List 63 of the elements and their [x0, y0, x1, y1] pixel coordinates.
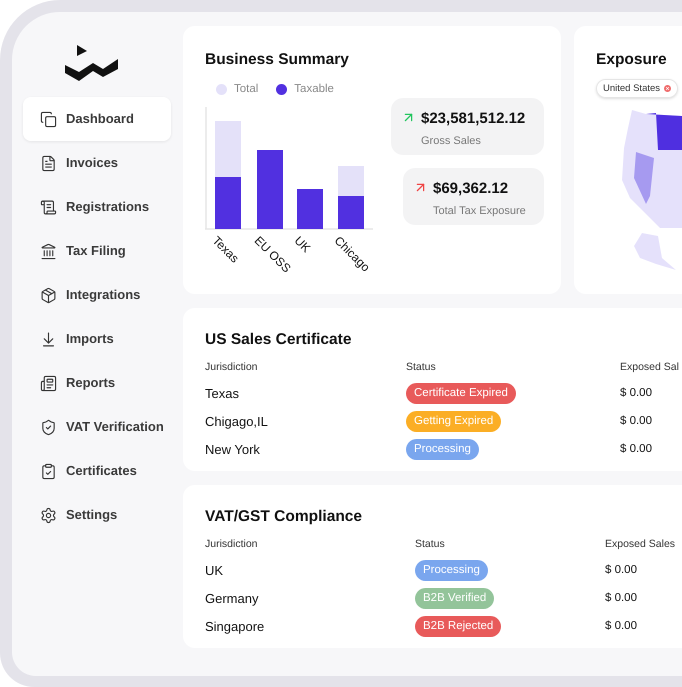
card-title: US Sales Certificate: [205, 330, 352, 350]
total-bar: [338, 166, 364, 196]
document-icon: [40, 154, 57, 172]
card-title: Exposure: [596, 50, 668, 70]
stat-value: $69,362.12: [433, 179, 510, 199]
settings-icon: [40, 506, 57, 524]
sidebar-item[interactable]: Invoices: [23, 141, 171, 185]
sidebar-item[interactable]: Integrations: [23, 273, 171, 317]
table-cell-text: $ 0.00: [620, 442, 652, 457]
table-cell-text: New York: [205, 440, 261, 458]
taxable-bar: [338, 196, 364, 228]
legend-label: Taxable: [294, 82, 334, 98]
table-cell-text: Germany: [205, 590, 260, 608]
clipboard-check-icon: [40, 462, 57, 480]
taxable-bar: [215, 176, 241, 228]
box-icon: [40, 286, 57, 304]
filter-chip[interactable]: United States: [596, 79, 678, 98]
column-header: Status: [415, 537, 446, 552]
newspaper-icon: [40, 374, 57, 392]
sidebar-item[interactable]: Registrations: [23, 185, 171, 229]
column-header: Exposed Sales: [605, 537, 676, 552]
sidebar-item[interactable]: VAT Verification: [23, 405, 171, 449]
close-icon[interactable]: [664, 85, 672, 92]
status-badge: Processing: [406, 438, 479, 460]
logo-icon: [65, 45, 119, 83]
taxable-bar: [297, 188, 323, 228]
status-badge: Processing: [415, 560, 488, 581]
download-icon: [40, 330, 57, 348]
table-cell-text: $ 0.00: [605, 618, 637, 634]
sidebar-item[interactable]: Imports: [23, 317, 171, 361]
status-badge: Getting Expired: [406, 410, 502, 432]
card-title: Business Summary: [205, 50, 350, 70]
table-cell-text: Singapore: [205, 618, 266, 636]
bank-icon: [40, 242, 57, 260]
shield-check-icon: [40, 418, 57, 436]
table-cell-text: $ 0.00: [620, 414, 652, 429]
sidebar-item[interactable]: Settings: [23, 493, 171, 537]
table-cell-text: UK: [205, 562, 224, 580]
status-badge: B2B Rejected: [415, 616, 502, 637]
table-cell-text: $ 0.00: [620, 386, 652, 401]
table-cell-text: $ 0.00: [605, 562, 637, 578]
table-cell-text: Chigago,IL: [205, 412, 269, 431]
sidebar-item[interactable]: Certificates: [23, 449, 171, 493]
card-title: VAT/GST Compliance: [205, 507, 364, 527]
sidebar-item[interactable]: Tax Filing: [23, 229, 171, 273]
legend-label: Total: [234, 82, 258, 98]
axis-label: UK: [290, 232, 314, 256]
status-badge: B2B Verified: [415, 588, 494, 609]
squares-icon: [40, 110, 57, 128]
table-cell-text: $ 0.00: [605, 590, 637, 606]
sidebar-item[interactable]: Dashboard: [23, 97, 171, 141]
column-header: Exposed Sal: [620, 360, 679, 376]
column-header: Jurisdiction: [205, 360, 259, 376]
stat-label: Gross Sales: [421, 134, 482, 148]
status-badge: Certificate Expired: [406, 382, 516, 404]
scroll-icon: [40, 198, 57, 216]
total-bar: [215, 120, 241, 176]
table-cell-text: Texas: [205, 384, 240, 402]
column-header: Status: [406, 360, 437, 376]
stat-label: Total Tax Exposure: [433, 204, 526, 218]
column-header: Jurisdiction: [205, 537, 259, 552]
stat-value: $23,581,512.12: [421, 109, 526, 129]
sidebar-item[interactable]: Reports: [23, 361, 171, 405]
